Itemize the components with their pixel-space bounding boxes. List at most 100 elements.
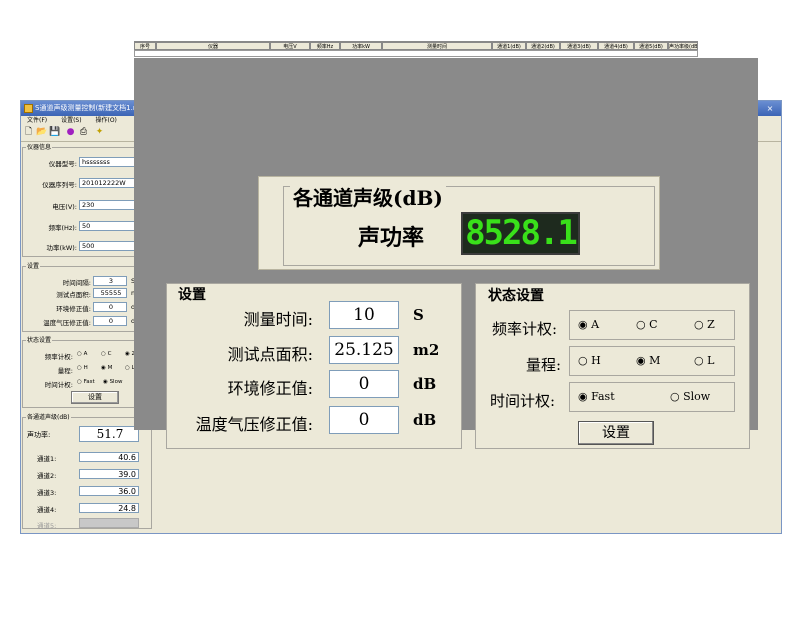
test-area-label: 测试点面积: xyxy=(227,345,313,364)
interval-field[interactable]: 3 xyxy=(93,276,127,286)
left-radio-c[interactable]: ○ C xyxy=(101,351,111,357)
radio-m[interactable]: ◉ M xyxy=(636,354,660,367)
ch2-value: 39.0 xyxy=(79,469,139,479)
radio-slow[interactable]: ○ Slow xyxy=(670,390,710,403)
temp-correction-label: 温度气压修正值: xyxy=(195,415,313,434)
col-voltage[interactable]: 电压V xyxy=(270,42,310,50)
sound-power-lcd: 8528.1 xyxy=(461,212,580,255)
model-value: hsssssss xyxy=(82,158,110,166)
new-icon[interactable]: 🗋 xyxy=(23,127,34,138)
ch3-label: 通道3: xyxy=(37,489,57,497)
left-settings-button[interactable]: 设置 xyxy=(71,391,119,404)
radio-z[interactable]: ○ Z xyxy=(694,318,715,331)
temp-correction-field[interactable]: 0 xyxy=(329,406,399,434)
freq-label: 频率(Hz): xyxy=(48,224,77,232)
menu-settings[interactable]: 设置(S) xyxy=(61,117,82,124)
ch5-label: 通道5: xyxy=(37,522,57,530)
env-label: 环境修正值: xyxy=(56,305,91,313)
measure-time-field[interactable]: 10 xyxy=(329,301,399,329)
voltage-label: 电压(V): xyxy=(52,203,77,211)
radio-c[interactable]: ○ C xyxy=(636,318,658,331)
col-frequency[interactable]: 频率Hz xyxy=(310,42,340,50)
test-area-unit: m2 xyxy=(413,341,440,359)
menu-operation[interactable]: 操作(O) xyxy=(95,117,116,124)
model-label: 仪器型号: xyxy=(48,160,77,168)
env-correction-field[interactable]: 0 xyxy=(329,370,399,398)
power-value: 500 xyxy=(82,242,95,250)
time-weight-label: 时间计权: xyxy=(490,392,556,410)
col-index[interactable]: 序号 xyxy=(134,42,156,50)
app-icon xyxy=(24,104,33,113)
env-correction-unit: dB xyxy=(413,375,437,393)
left-settings-group: 设置 时间间隔: 3 S 测试点面积: 55555 m2 环境修正值: 0 dB… xyxy=(22,261,152,332)
measure-time-label: 测量时间: xyxy=(243,310,313,329)
range-label: 量程: xyxy=(526,356,562,374)
range-group: ○ H ◉ M ○ L xyxy=(569,346,735,376)
freq-weight-group: ◉ A ○ C ○ Z xyxy=(569,310,735,340)
left-levels-title: 各通道声级(dB) xyxy=(26,412,71,421)
left-radio-m[interactable]: ◉ M xyxy=(101,365,112,371)
left-radio-a[interactable]: ○ A xyxy=(77,351,87,357)
col-ch1[interactable]: 通道1(dB) xyxy=(492,42,526,50)
col-power[interactable]: 功率kW xyxy=(340,42,382,50)
print-icon[interactable]: ⎙ xyxy=(78,127,89,138)
voltage-value: 230 xyxy=(82,201,95,209)
left-radio-slow[interactable]: ◉ Slow xyxy=(103,379,122,385)
radio-a[interactable]: ◉ A xyxy=(578,318,599,331)
left-radio-fast[interactable]: ○ Fast xyxy=(77,379,95,385)
freq-value: 50 xyxy=(82,222,91,230)
sound-level-title: 各通道声级(dB) xyxy=(290,182,446,211)
interval-label: 时间间隔: xyxy=(62,279,91,287)
radio-fast[interactable]: ◉ Fast xyxy=(578,390,615,403)
left-status-group: 状态设置 频率计权: ○ A ○ C ◉ Z 量程: ○ H ◉ M ○ L 时… xyxy=(22,335,152,408)
instrument-group-title: 仪器信息 xyxy=(26,142,53,151)
area-label: 测试点面积: xyxy=(56,291,91,299)
env-correction-label: 环境修正值: xyxy=(227,379,313,398)
test-area-field[interactable]: 25.125 xyxy=(329,336,399,364)
col-ch2[interactable]: 通道2(dB) xyxy=(526,42,560,50)
left-freq-weight-label: 频率计权: xyxy=(44,353,73,361)
settings-panel: 测量时间: 10 S 测试点面积: 25.125 m2 环境修正值: 0 dB … xyxy=(166,283,462,449)
record-icon[interactable]: ● xyxy=(65,127,76,138)
left-time-weight-label: 时间计权: xyxy=(44,381,73,389)
sound-power-label: 声功率 xyxy=(358,225,425,251)
status-settings-button[interactable]: 设置 xyxy=(578,421,654,445)
col-time[interactable]: 测量时间 xyxy=(382,42,492,50)
ch2-label: 通道2: xyxy=(37,472,57,480)
close-button[interactable]: × xyxy=(763,103,777,114)
left-range-label: 量程: xyxy=(57,367,73,375)
menu-file[interactable]: 文件(F) xyxy=(27,117,47,124)
col-ch3[interactable]: 通道3(dB) xyxy=(560,42,598,50)
ch4-value: 24.8 xyxy=(79,503,139,513)
open-icon[interactable]: 📂 xyxy=(36,127,47,138)
left-power-label: 声功率: xyxy=(27,431,51,439)
freq-weight-label: 频率计权: xyxy=(492,320,558,338)
left-status-title: 状态设置 xyxy=(26,335,53,344)
time-weight-group: ◉ Fast ○ Slow xyxy=(569,382,735,412)
area-field[interactable]: 55555 xyxy=(93,288,127,298)
left-radio-h[interactable]: ○ H xyxy=(77,365,88,371)
save-icon[interactable]: 💾 xyxy=(49,127,60,138)
col-sound-power[interactable]: 声功率级(dB) xyxy=(668,42,698,50)
status-title: 状态设置 xyxy=(486,285,546,305)
radio-l[interactable]: ○ L xyxy=(694,354,714,367)
temp-field[interactable]: 0 xyxy=(93,316,127,326)
help-icon[interactable]: ✦ xyxy=(94,127,105,138)
instrument-group: 仪器信息 仪器型号: hsssssss ▼ 仪器序列号: 201012222W … xyxy=(22,142,152,257)
table-row[interactable] xyxy=(134,50,698,57)
left-settings-title: 设置 xyxy=(26,261,41,270)
temp-label: 温度气压修正值: xyxy=(43,319,91,327)
col-ch5[interactable]: 通道5(dB) xyxy=(634,42,668,50)
ch1-label: 通道1: xyxy=(37,455,57,463)
ch1-value: 40.6 xyxy=(79,452,139,462)
temp-correction-unit: dB xyxy=(413,411,437,429)
left-power-value: 51.7 xyxy=(79,426,139,442)
col-instrument[interactable]: 仪器 xyxy=(156,42,270,50)
ch5-value xyxy=(79,518,139,528)
ch3-value: 36.0 xyxy=(79,486,139,496)
radio-h[interactable]: ○ H xyxy=(578,354,601,367)
serial-label: 仪器序列号: xyxy=(42,181,77,189)
power-label: 功率(kW): xyxy=(46,244,77,252)
env-field[interactable]: 0 xyxy=(93,302,127,312)
col-ch4[interactable]: 通道4(dB) xyxy=(598,42,634,50)
